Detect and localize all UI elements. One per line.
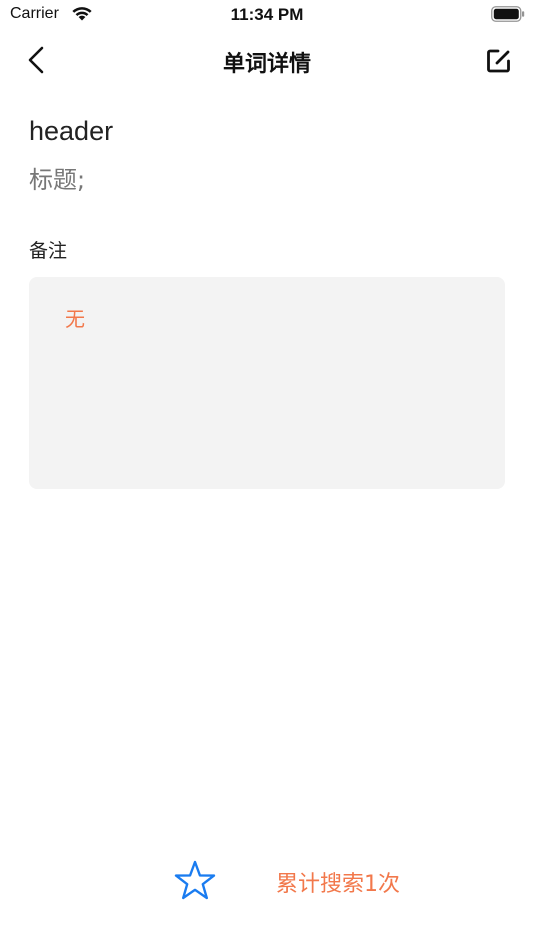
edit-square-icon (487, 49, 510, 73)
navigation-bar: 单词详情 (0, 36, 534, 84)
star-outline-icon (174, 860, 216, 900)
battery-icon (491, 6, 525, 22)
note-label: 备注 (29, 240, 68, 262)
note-box: 无 (29, 277, 505, 489)
word-text: header (29, 116, 114, 146)
word-meaning: 标题; (29, 166, 86, 194)
page-title: 单词详情 (222, 52, 311, 77)
status-bar: Carrier 11:34 PM (0, 0, 534, 30)
edit-button[interactable] (484, 46, 514, 76)
search-count-label: 累计搜索1次 (276, 872, 400, 897)
favorite-button[interactable] (172, 858, 218, 904)
status-time: 11:34 PM (230, 5, 304, 24)
note-content: 无 (65, 307, 85, 331)
